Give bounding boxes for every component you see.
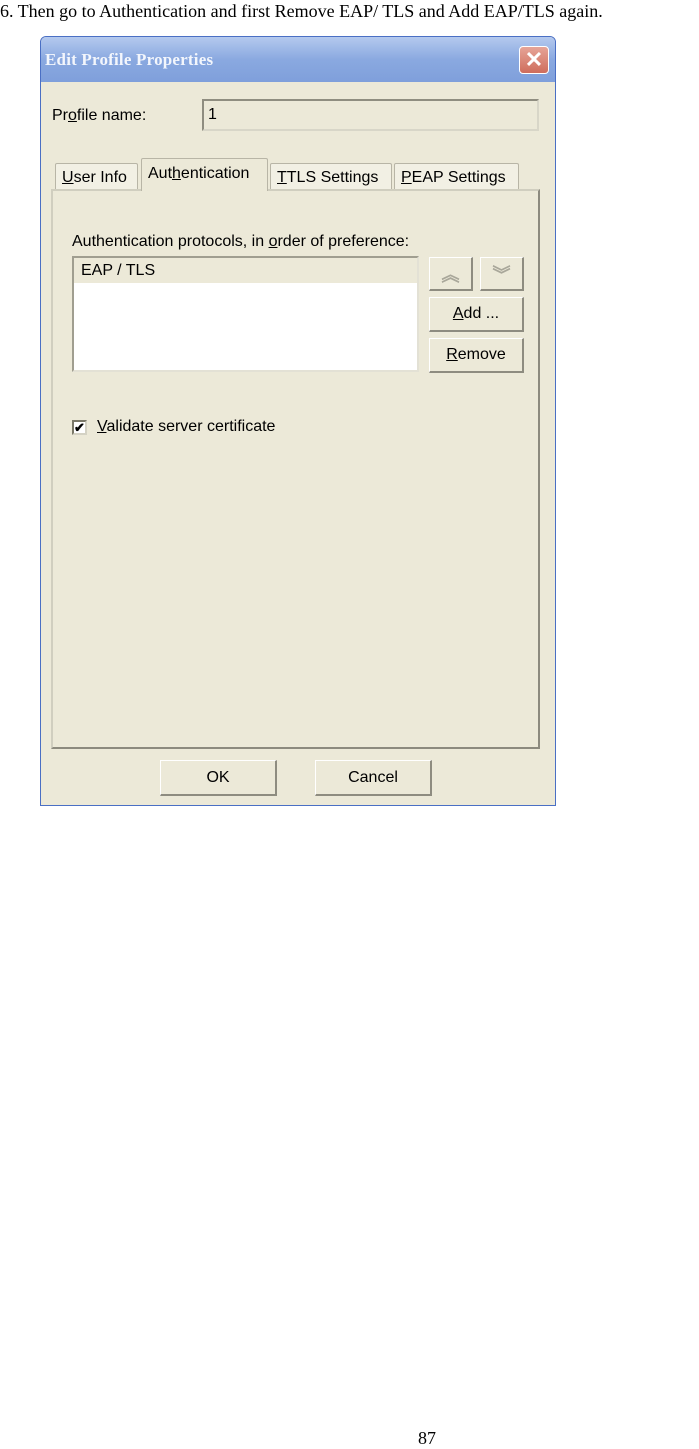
title-bar[interactable]: Edit Profile Properties ✕ <box>41 37 555 82</box>
move-up-button[interactable]: ︽ <box>429 257 473 291</box>
tab-authentication[interactable]: Authentication <box>141 158 268 191</box>
checkmark-icon: ✔ <box>74 419 85 435</box>
accelerator-key: A <box>452 305 464 322</box>
tab-user-info[interactable]: User Info <box>55 163 138 190</box>
button-label: emove <box>457 346 506 363</box>
ok-button[interactable]: OK <box>160 760 277 796</box>
double-chevron-up-icon: ︽ <box>441 264 460 285</box>
tab-label-part: TLS Settings <box>286 169 379 186</box>
accelerator-key: h <box>172 165 181 182</box>
button-label: dd ... <box>463 305 500 322</box>
tab-label-part: Aut <box>148 165 173 182</box>
label-part: rder of preference: <box>277 233 410 250</box>
protocols-label: Authentication protocols, in order of pr… <box>72 233 409 251</box>
accelerator-key: P <box>401 169 412 186</box>
remove-button[interactable]: Remove <box>429 338 524 373</box>
accelerator-key: U <box>62 169 74 186</box>
cancel-button[interactable]: Cancel <box>315 760 432 796</box>
validate-certificate-checkbox[interactable]: ✔ <box>72 419 87 435</box>
instruction-text: 6. Then go to Authentication and first R… <box>0 1 603 21</box>
edit-profile-dialog: Edit Profile Properties ✕ Profile name: … <box>40 36 556 806</box>
accelerator-key: o <box>68 107 77 124</box>
tab-label-part: EAP Settings <box>411 169 506 186</box>
accelerator-key: R <box>446 346 458 363</box>
double-chevron-down-icon: ︾ <box>492 264 511 285</box>
label-part: Pr <box>52 107 68 124</box>
close-icon: ✕ <box>524 47 544 72</box>
profile-name-label: Profile name: <box>52 107 146 125</box>
dialog-title: Edit Profile Properties <box>45 50 214 69</box>
move-down-button[interactable]: ︾ <box>480 257 524 291</box>
page-number: 87 <box>418 1428 436 1448</box>
tab-ttls-settings[interactable]: TTLS Settings <box>270 163 392 190</box>
tab-label-part: entication <box>180 165 250 182</box>
protocol-list[interactable]: EAP / TLS <box>72 256 419 372</box>
validate-certificate-label: Validate server certificate <box>97 418 275 436</box>
tab-label-part: ser Info <box>73 169 127 186</box>
label-part: file name: <box>76 107 147 124</box>
validate-certificate-row[interactable]: ✔ Validate server certificate <box>72 418 275 436</box>
authentication-panel: Authentication protocols, in order of pr… <box>51 189 540 749</box>
tab-peap-settings[interactable]: PEAP Settings <box>394 163 519 190</box>
close-button[interactable]: ✕ <box>519 46 549 74</box>
add-button[interactable]: Add ... <box>429 297 524 332</box>
label-part: Authentication protocols, in <box>72 233 269 250</box>
list-item[interactable]: EAP / TLS <box>74 258 417 283</box>
label-part: alidate server certificate <box>106 418 276 435</box>
profile-name-input[interactable] <box>202 99 539 131</box>
accelerator-key: T <box>277 169 287 186</box>
